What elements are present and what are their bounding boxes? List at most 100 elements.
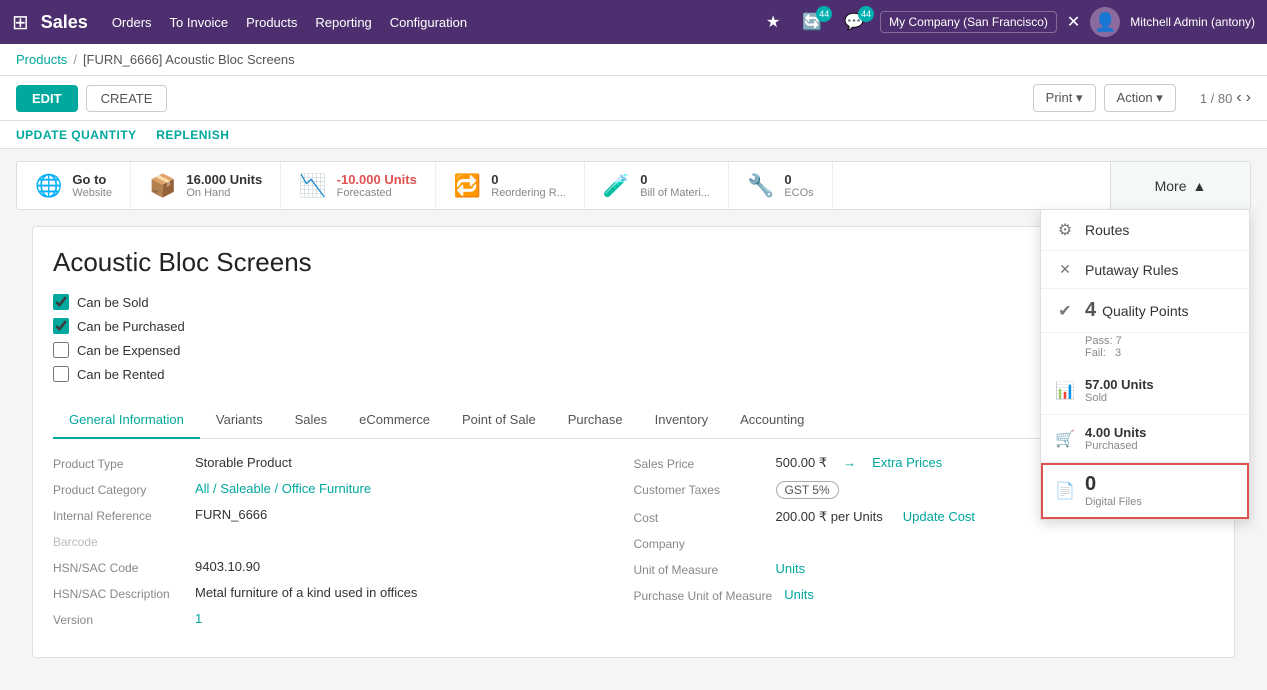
product-category-value[interactable]: All / Saleable / Office Furniture (195, 481, 371, 496)
routes-label: Routes (1085, 222, 1129, 238)
dropdown-putaway-rules[interactable]: ✕ Putaway Rules (1041, 251, 1249, 289)
close-button[interactable]: ✕ (1067, 12, 1080, 32)
tab-purchase[interactable]: Purchase (552, 402, 639, 439)
product-type-value: Storable Product (195, 455, 292, 470)
flask-icon: 🧪 (603, 173, 630, 199)
app-name: Sales (41, 12, 88, 33)
more-button[interactable]: More ▲ ⚙ Routes ✕ Putaway Rules (1110, 162, 1250, 209)
company-label: Company (634, 535, 764, 551)
can-be-rented-checkbox[interactable] (53, 366, 69, 382)
digital-files-count: 0 (1085, 473, 1142, 496)
nav-links: Orders To Invoice Products Reporting Con… (112, 15, 752, 30)
field-unit-of-measure: Unit of Measure Units (634, 561, 1199, 577)
digital-files-icon: 📄 (1055, 481, 1075, 501)
dropdown-units-purchased[interactable]: 🛒 4.00 Units Purchased (1041, 415, 1249, 463)
can-be-expensed-checkbox[interactable] (53, 342, 69, 358)
sales-price-label: Sales Price (634, 455, 764, 471)
prev-record-button[interactable]: ‹ (1236, 89, 1241, 107)
nav-products[interactable]: Products (246, 15, 297, 30)
nav-reporting[interactable]: Reporting (315, 15, 371, 30)
star-button[interactable]: ★ (760, 10, 786, 34)
nav-configuration[interactable]: Configuration (390, 15, 467, 30)
dropdown-digital-files[interactable]: 📄 0 Digital Files (1041, 463, 1249, 519)
boxes-icon: 📦 (149, 173, 176, 199)
field-product-category: Product Category All / Saleable / Office… (53, 481, 618, 497)
user-name[interactable]: Mitchell Admin (antony) (1130, 15, 1255, 29)
company-selector[interactable]: My Company (San Francisco) (880, 11, 1057, 33)
top-navigation: ⊞ Sales Orders To Invoice Products Repor… (0, 0, 1267, 44)
avatar: 👤 (1090, 7, 1120, 37)
unit-of-measure-label: Unit of Measure (634, 561, 764, 577)
hsn-description-label: HSN/SAC Description (53, 585, 183, 601)
unit-of-measure-value[interactable]: Units (776, 561, 806, 576)
replenish-button[interactable]: REPLENISH (156, 128, 229, 142)
can-be-purchased-checkbox[interactable] (53, 318, 69, 334)
chat-badge: 44 (858, 6, 874, 22)
chart-icon: 📉 (299, 173, 326, 199)
nav-orders[interactable]: Orders (112, 15, 152, 30)
tab-sales[interactable]: Sales (279, 402, 344, 439)
stat-bom[interactable]: 🧪 0 Bill of Materi... (585, 162, 729, 209)
purchase-unit-value[interactable]: Units (784, 587, 814, 602)
refresh-button[interactable]: 🔄 44 (796, 10, 828, 34)
product-category-label: Product Category (53, 481, 183, 497)
breadcrumb-parent[interactable]: Products (16, 52, 67, 67)
update-quantity-button[interactable]: UPDATE QUANTITY (16, 128, 137, 142)
globe-icon: 🌐 (35, 173, 62, 199)
stats-ribbon-wrap: 🌐 Go to Website 📦 16.000 Units On Hand (0, 149, 1267, 210)
putaway-label: Putaway Rules (1085, 262, 1178, 278)
chat-button[interactable]: 💬 44 (838, 10, 870, 34)
cost-label: Cost (634, 509, 764, 525)
dropdown-routes[interactable]: ⚙ Routes (1041, 210, 1249, 251)
tab-general-information[interactable]: General Information (53, 402, 200, 439)
field-internal-reference: Internal Reference FURN_6666 (53, 507, 618, 523)
stat-ecos[interactable]: 🔧 0 ECOs (729, 162, 833, 209)
create-button[interactable]: CREATE (86, 85, 168, 112)
version-value[interactable]: 1 (195, 611, 202, 626)
page-wrap: ⊞ Sales Orders To Invoice Products Repor… (0, 0, 1267, 690)
nav-right: ★ 🔄 44 💬 44 My Company (San Francisco) ✕… (760, 7, 1255, 37)
purchase-unit-label: Purchase Unit of Measure (634, 587, 773, 603)
quality-label: Quality Points (1102, 303, 1188, 319)
more-label: More (1155, 178, 1187, 194)
can-be-expensed-label: Can be Expensed (77, 343, 180, 358)
tab-accounting[interactable]: Accounting (724, 402, 820, 439)
tab-point-of-sale[interactable]: Point of Sale (446, 402, 552, 439)
routes-icon: ⚙ (1055, 220, 1075, 240)
action-button[interactable]: Action ▾ (1104, 84, 1176, 112)
stat-reordering[interactable]: 🔁 0 Reordering R... (436, 162, 585, 209)
dropdown-units-sold[interactable]: 📊 57.00 Units Sold (1041, 367, 1249, 415)
print-button[interactable]: Print ▾ (1033, 84, 1096, 112)
dropdown-quality-points[interactable]: ✔ 4 Quality Points (1041, 289, 1249, 333)
nav-to-invoice[interactable]: To Invoice (170, 15, 229, 30)
stat-go-to-website[interactable]: 🌐 Go to Website (17, 162, 131, 209)
quality-count: 4 (1085, 299, 1096, 322)
action-bar: EDIT CREATE Print ▾ Action ▾ 1 / 80 ‹ › (0, 76, 1267, 121)
tab-ecommerce[interactable]: eCommerce (343, 402, 446, 439)
units-sold-label: Sold (1085, 392, 1154, 404)
can-be-rented-label: Can be Rented (77, 367, 164, 382)
app-grid-icon[interactable]: ⊞ (12, 10, 29, 35)
internal-reference-value: FURN_6666 (195, 507, 267, 522)
tab-variants[interactable]: Variants (200, 402, 279, 439)
record-counter: 1 / 80 ‹ › (1200, 89, 1251, 107)
barcode-label: Barcode (53, 533, 183, 549)
hsn-code-value: 9403.10.90 (195, 559, 260, 574)
stats-ribbon: 🌐 Go to Website 📦 16.000 Units On Hand (16, 161, 1251, 210)
next-record-button[interactable]: › (1246, 89, 1251, 107)
cart-icon: 🛒 (1055, 429, 1075, 449)
quality-check-icon: ✔ (1055, 301, 1075, 321)
can-be-purchased-label: Can be Purchased (77, 319, 185, 334)
edit-button[interactable]: EDIT (16, 85, 78, 112)
refresh-badge: 44 (816, 6, 832, 22)
extra-prices-link[interactable]: Extra Prices (872, 455, 942, 470)
update-cost-link[interactable]: Update Cost (903, 509, 975, 524)
can-be-sold-checkbox[interactable] (53, 294, 69, 310)
stat-forecasted[interactable]: 📉 -10.000 Units Forecasted (281, 162, 436, 209)
tab-inventory[interactable]: Inventory (639, 402, 724, 439)
hsn-description-value: Metal furniture of a kind used in office… (195, 585, 417, 600)
quality-pass-fail: Pass: 7Fail: 3 (1041, 333, 1249, 367)
field-barcode: Barcode (53, 533, 618, 549)
reorder-icon: 🔁 (454, 173, 481, 199)
stat-on-hand[interactable]: 📦 16.000 Units On Hand (131, 162, 281, 209)
